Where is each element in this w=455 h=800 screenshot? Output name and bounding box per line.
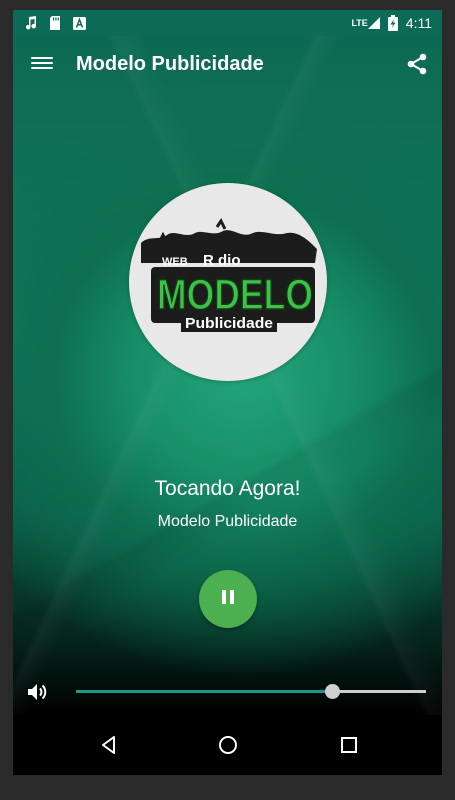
recents-icon[interactable] xyxy=(337,733,361,757)
player-screen: Modelo Publicidade WEB R dio MODELO Publ… xyxy=(13,36,442,715)
back-icon[interactable] xyxy=(97,733,121,757)
home-icon[interactable] xyxy=(216,733,240,757)
nav-bar xyxy=(13,715,442,775)
share-icon[interactable] xyxy=(406,53,428,75)
pause-icon xyxy=(220,589,236,609)
network-label: LTE xyxy=(351,18,368,28)
status-time: 4:11 xyxy=(405,15,432,31)
logo-brand-text: MODELO xyxy=(157,271,313,319)
station-logo: WEB R dio MODELO Publicidade xyxy=(129,183,327,381)
logo-sub-text: Publicidade xyxy=(185,315,273,332)
hamburger-menu-icon[interactable] xyxy=(31,54,53,74)
status-bar: LTE 4:11 xyxy=(13,10,442,36)
sd-card-icon xyxy=(49,16,61,30)
device-frame: LTE 4:11 Modelo Publicidade WEB R dio MO… xyxy=(13,10,442,775)
signal-lte-icon: LTE xyxy=(351,17,380,29)
music-note-icon xyxy=(25,16,37,30)
logo-radio-text: R dio xyxy=(203,252,241,269)
volume-slider[interactable] xyxy=(76,684,426,699)
logo-web-text: WEB xyxy=(162,256,188,268)
volume-fill xyxy=(76,690,332,693)
volume-control xyxy=(13,672,442,712)
page-title: Modelo Publicidade xyxy=(76,53,264,75)
app-toolbar: Modelo Publicidade xyxy=(13,36,442,92)
volume-thumb[interactable] xyxy=(324,684,340,699)
pause-button[interactable] xyxy=(199,570,257,628)
battery-charging-icon xyxy=(387,15,398,31)
volume-icon[interactable] xyxy=(25,680,49,704)
keyboard-a-icon xyxy=(73,16,86,30)
station-name: Modelo Publicidade xyxy=(157,513,298,530)
now-playing-title: Tocando Agora! xyxy=(154,477,301,500)
